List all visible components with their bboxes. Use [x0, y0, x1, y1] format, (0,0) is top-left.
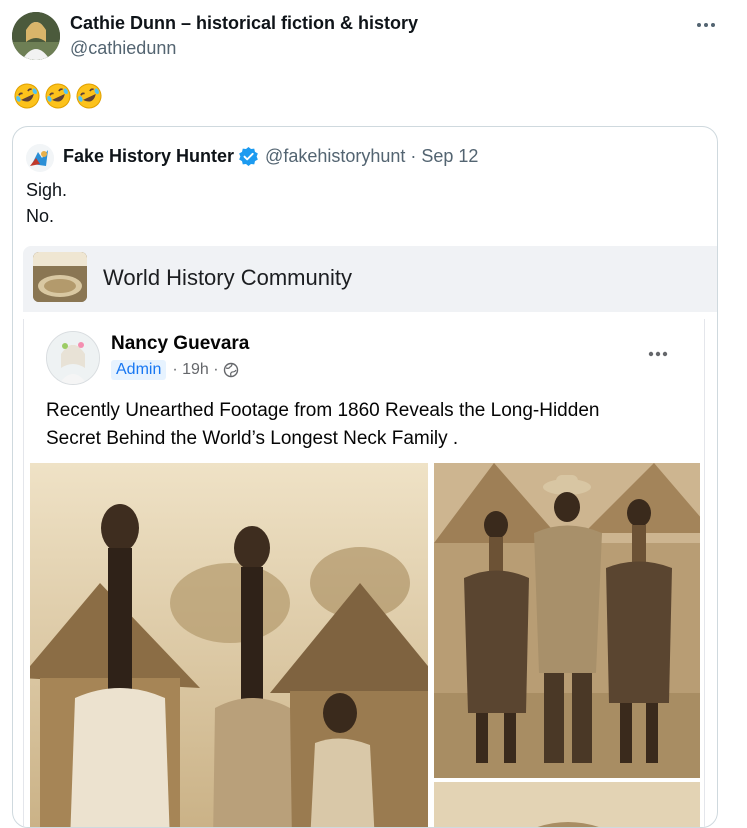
- quoted-tweet-line: No.: [26, 206, 55, 226]
- poster-avatar: [46, 331, 100, 385]
- quoted-tweet-text: Sigh. No.: [26, 177, 67, 229]
- facebook-post: Nancy Guevara Admin · 19h · Recently Une…: [23, 319, 705, 827]
- poster-meta: Admin · 19h ·: [111, 360, 239, 380]
- dot-separator: ·: [410, 146, 417, 166]
- sepia-photo-left: [30, 463, 428, 827]
- post-text-line: Recently Unearthed Footage from 1860 Rev…: [46, 400, 600, 421]
- rolling-laughing-emoji-icon: [14, 83, 40, 109]
- globe-icon: [223, 362, 239, 378]
- community-name: World History Community: [103, 265, 352, 290]
- post-text: Recently Unearthed Footage from 1860 Rev…: [46, 397, 686, 453]
- post-time: · 19h ·: [172, 361, 219, 378]
- quoted-author-avatar[interactable]: [26, 144, 54, 172]
- quoted-tweet-date[interactable]: Sep 12: [421, 146, 478, 167]
- verified-badge-icon: [238, 146, 259, 167]
- post-more-options-icon: [646, 347, 670, 359]
- community-header: World History Community: [23, 246, 717, 312]
- admin-badge: Admin: [111, 360, 167, 380]
- quoted-tweet-card[interactable]: Fake History Hunter @fakehistoryhunt · S…: [12, 126, 718, 828]
- sepia-photo-right: [434, 463, 700, 778]
- quoted-author-handle[interactable]: @fakehistoryhunt: [265, 146, 405, 167]
- post-photo-collage: [30, 463, 700, 827]
- post-text-line: Secret Behind the World’s Longest Neck F…: [46, 428, 459, 449]
- poster-name: Nancy Guevara: [111, 333, 250, 354]
- sepia-photo-right-bottom: [434, 782, 700, 827]
- quoted-tweet-line: Sigh.: [26, 180, 68, 200]
- author-handle[interactable]: @cathiedunn: [70, 38, 176, 59]
- rolling-laughing-emoji-icon: [45, 83, 71, 109]
- more-options-icon[interactable]: [693, 12, 719, 38]
- author-name[interactable]: Cathie Dunn – historical fiction & histo…: [70, 13, 418, 34]
- author-avatar[interactable]: [12, 12, 60, 60]
- tweet-emoji-text: [12, 81, 104, 111]
- community-thumbnail: [33, 252, 87, 302]
- rolling-laughing-emoji-icon: [76, 83, 102, 109]
- quoted-author-name[interactable]: Fake History Hunter: [63, 146, 234, 167]
